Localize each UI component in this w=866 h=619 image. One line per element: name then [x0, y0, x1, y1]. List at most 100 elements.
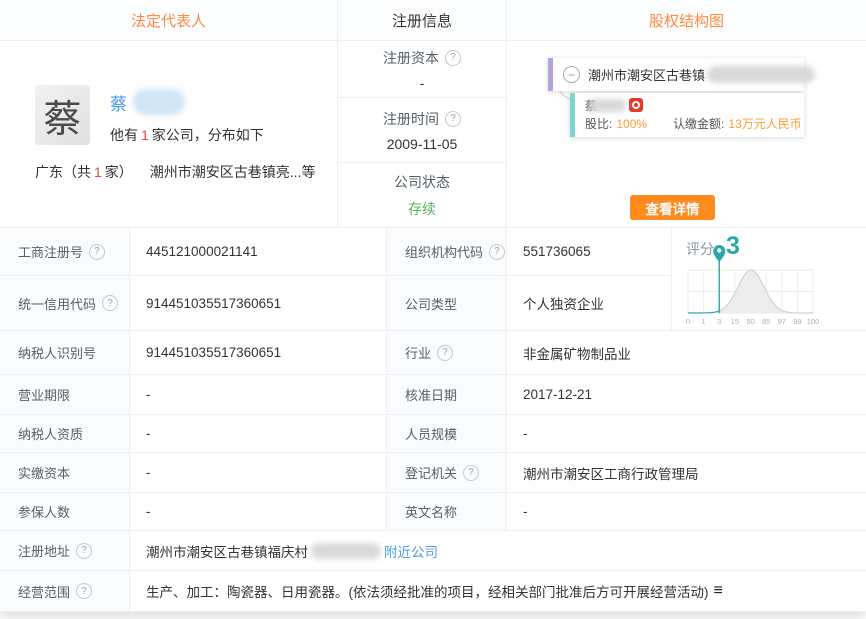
collapse-icon[interactable]: − — [563, 66, 580, 83]
equity-shareholder-node: 蔡 股比: 100% 认缴金额: 13万元人民币 — [570, 93, 804, 137]
avatar-char: 蔡 — [43, 88, 81, 143]
amount-label: 认缴金额: — [673, 115, 724, 132]
table-value-cell: 914451035517360651 — [130, 331, 387, 375]
table-label-cell: 纳税人资质 — [0, 415, 130, 453]
table-value-cell: 445121000021141 — [130, 228, 387, 276]
capital-value: - — [420, 75, 425, 91]
svg-text:99: 99 — [793, 317, 801, 326]
table-value-cell: - — [507, 415, 866, 453]
nearby-companies-link[interactable]: 附近公司 — [384, 541, 438, 561]
table-label: 纳税人识别号 — [18, 343, 96, 362]
expand-icon[interactable]: ≡ — [714, 582, 723, 600]
table-label-cell: 营业期限 — [0, 375, 130, 415]
table-label-cell: 行业? — [387, 331, 507, 375]
table-label-cell: 公司类型 — [387, 276, 507, 331]
legal-representative-section: 法定代表人 蔡 蔡 他有1家公司，分布如下 广东（共1家） 潮州市潮安区古巷镇亮… — [0, 0, 338, 227]
censored-text-blur — [707, 66, 815, 83]
companies-summary: 他有1家公司，分布如下 — [110, 125, 264, 145]
table-value-cell: 2017-12-21 — [507, 375, 866, 415]
table-value-cell: 914451035517360651 — [130, 276, 387, 331]
table-label: 公司类型 — [405, 294, 457, 313]
equity-parent-node: − 潮州市潮安区古巷镇 — [548, 58, 804, 91]
table-value-cell: - — [130, 375, 387, 415]
censored-name-blur — [133, 89, 185, 115]
help-icon[interactable]: ? — [437, 345, 453, 361]
table-label: 组织机构代码 — [405, 242, 483, 261]
section-header: 股权结构图 — [507, 0, 866, 41]
table-value: 2017-12-21 — [523, 387, 592, 402]
help-icon[interactable]: ? — [76, 583, 92, 599]
scope-text: 生产、加工：陶瓷器、日用瓷器。(依法须经批准的项目，经相关部门批准后方可开展经营… — [146, 581, 709, 601]
table-value: - — [523, 426, 528, 441]
table-label-cell: 统一信用代码? — [0, 276, 130, 331]
shareholding-row: 股比: 100% 认缴金额: 13万元人民币 — [585, 115, 802, 132]
score-chart-cell: 评分 3 0131550859799100 — [672, 228, 866, 331]
help-icon[interactable]: ? — [445, 50, 461, 66]
table-value: - — [146, 426, 151, 441]
table-label: 行业 — [405, 343, 431, 362]
table-label-cell: 人员规模 — [387, 415, 507, 453]
censored-text-blur — [311, 543, 381, 559]
table-value: - — [146, 504, 151, 519]
equity-tree: − 潮州市潮安区古巷镇 蔡 股比: 100% 认缴金额: 13万元人民币 — [507, 41, 866, 227]
status-label: 公司状态 — [394, 172, 450, 192]
top-section: 法定代表人 蔡 蔡 他有1家公司，分布如下 广东（共1家） 潮州市潮安区古巷镇亮… — [0, 0, 866, 228]
company-count: 1 — [138, 127, 152, 143]
ratio-label: 股比: — [585, 115, 612, 132]
registration-info-section: 注册信息 注册资本 ? - 注册时间 ? 2009-11-05 公司状态 — [338, 0, 507, 227]
tab-equity-structure[interactable]: 股权结构图 — [649, 10, 724, 31]
parent-company-name: 潮州市潮安区古巷镇 — [588, 65, 705, 84]
tab-legal-representative[interactable]: 法定代表人 — [131, 10, 206, 31]
table-value: 914451035517360651 — [146, 345, 281, 360]
legal-rep-name-link[interactable]: 蔡 — [110, 90, 127, 115]
table-value-cell: - — [507, 493, 866, 531]
region-summary: 广东（共1家） — [35, 162, 133, 182]
table-value-cell: 个人独资企业 — [507, 276, 672, 331]
help-icon[interactable]: ? — [89, 244, 105, 260]
company-status-cell: 公司状态 存续 — [338, 163, 506, 227]
table-value-cell: 非金属矿物制品业 — [507, 331, 866, 375]
view-details-button[interactable]: 查看详情 — [630, 195, 715, 220]
avatar: 蔡 — [35, 85, 90, 145]
table-label-cell: 经营范围? — [0, 571, 130, 612]
region-suffix: 家） — [105, 164, 133, 180]
table-label-cell: 组织机构代码? — [387, 228, 507, 276]
svg-text:15: 15 — [731, 317, 739, 326]
ratio-value: 100% — [616, 117, 647, 131]
table-value-cell: - — [130, 453, 387, 493]
table-value: 445121000021141 — [146, 244, 258, 259]
table-value: 潮州市潮安区工商行政管理局 — [523, 463, 699, 483]
table-label-cell: 英文名称 — [387, 493, 507, 531]
registered-capital-cell: 注册资本 ? - — [338, 41, 506, 98]
svg-text:50: 50 — [746, 317, 754, 326]
help-icon[interactable]: ? — [489, 244, 505, 260]
summary-suffix: 家公司，分布如下 — [152, 127, 264, 143]
svg-text:100: 100 — [807, 317, 820, 326]
shareholder-badge-icon — [629, 98, 643, 112]
legal-rep-panel: 蔡 蔡 他有1家公司，分布如下 广东（共1家） 潮州市潮安区古巷镇亮...等 — [0, 41, 337, 227]
table-label: 统一信用代码 — [18, 294, 96, 313]
amount-value: 13万元人民币 — [728, 115, 801, 132]
table-value-cell: 潮州市潮安区工商行政管理局 — [507, 453, 866, 493]
tab-registration-info[interactable]: 注册信息 — [392, 10, 452, 31]
date-value: 2009-11-05 — [387, 136, 458, 152]
registration-date-cell: 注册时间 ? 2009-11-05 — [338, 98, 506, 163]
table-label: 核准日期 — [405, 385, 457, 404]
help-icon[interactable]: ? — [445, 111, 461, 127]
table-label: 工商注册号 — [18, 242, 83, 261]
svg-text:0: 0 — [686, 317, 690, 326]
table-value: 个人独资企业 — [523, 293, 604, 313]
table-label: 纳税人资质 — [18, 424, 83, 443]
company-info-panel: 法定代表人 蔡 蔡 他有1家公司，分布如下 广东（共1家） 潮州市潮安区古巷镇亮… — [0, 0, 866, 612]
shareholder-name-row: 蔡 — [585, 98, 643, 112]
help-icon[interactable]: ? — [463, 465, 479, 481]
svg-text:85: 85 — [762, 317, 770, 326]
help-icon[interactable]: ? — [76, 543, 92, 559]
equity-structure-section: 股权结构图 − 潮州市潮安区古巷镇 蔡 — [507, 0, 866, 227]
table-value: 914451035517360651 — [146, 296, 281, 311]
company-detail-table: 工商注册号?445121000021141组织机构代码?551736065 评分… — [0, 228, 866, 612]
svg-text:97: 97 — [778, 317, 786, 326]
summary-prefix: 他有 — [110, 127, 138, 143]
score-value: 3 — [726, 232, 740, 261]
help-icon[interactable]: ? — [102, 295, 118, 311]
